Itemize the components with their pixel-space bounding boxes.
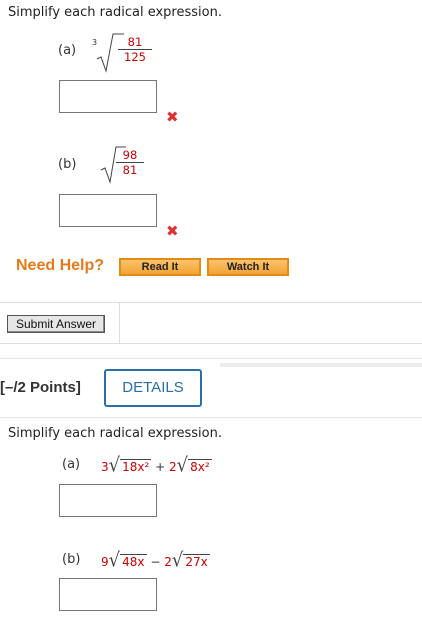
- read-it-button[interactable]: Read It: [119, 258, 201, 276]
- answer-input-2a[interactable]: [59, 484, 157, 517]
- fraction-a: 81 125: [118, 35, 152, 64]
- header-strip: [220, 363, 422, 367]
- fraction-a-numerator: 81: [127, 35, 143, 49]
- answer-input-a[interactable]: [59, 80, 157, 113]
- coefficient: 9: [101, 555, 109, 569]
- coefficient: 2: [169, 460, 177, 474]
- need-help-label: Need Help?: [16, 257, 105, 274]
- operator: −: [150, 555, 161, 569]
- radicand: 48x: [120, 554, 147, 569]
- radicand: 27x: [183, 554, 210, 569]
- incorrect-x-icon: ✖: [166, 108, 179, 126]
- question-1-instruction: Simplify each radical expression.: [8, 5, 222, 20]
- watch-it-button[interactable]: Watch It: [207, 258, 289, 276]
- coefficient: 2: [164, 555, 172, 569]
- divider: [119, 302, 120, 344]
- radical-sign-icon: √: [176, 453, 189, 478]
- expression-b: 9√ 48x − 2√ 27x: [101, 548, 210, 573]
- radical-sign-icon: √: [108, 453, 121, 478]
- points-label: [–/2 Points]: [0, 379, 81, 396]
- part-b-label: (b): [58, 157, 77, 172]
- question-2-instruction: Simplify each radical expression.: [8, 426, 222, 441]
- expression-a: 3√ 18x² + 2√ 8x²: [101, 453, 212, 478]
- answer-input-b[interactable]: [59, 194, 157, 227]
- fraction-a-denominator: 125: [124, 50, 146, 64]
- part-a-label: (a): [58, 43, 77, 58]
- fraction-b-numerator: 98: [122, 148, 138, 162]
- radical-sign-icon: √: [108, 548, 121, 573]
- radical-sign-icon: √: [171, 548, 184, 573]
- operator: +: [155, 460, 166, 474]
- radicand: 8x²: [188, 459, 212, 474]
- details-button[interactable]: DETAILS: [104, 369, 202, 407]
- radicand: 18x²: [120, 459, 152, 474]
- submit-answer-button[interactable]: Submit Answer: [7, 315, 105, 333]
- coefficient: 3: [101, 460, 109, 474]
- fraction-b-denominator: 81: [122, 163, 138, 177]
- part-a-label: (a): [62, 457, 81, 472]
- part-b-label: (b): [62, 552, 81, 567]
- incorrect-x-icon: ✖: [166, 222, 179, 240]
- answer-input-2b[interactable]: [59, 578, 157, 611]
- fraction-b: 98 81: [116, 148, 144, 177]
